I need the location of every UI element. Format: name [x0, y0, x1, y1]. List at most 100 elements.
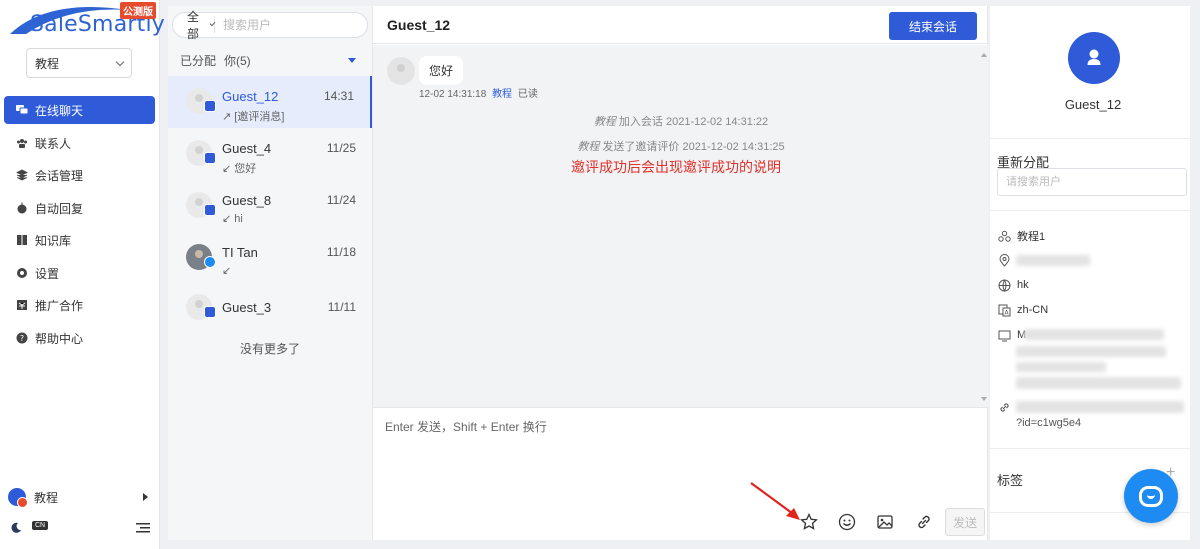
layers-icon	[16, 169, 28, 181]
workspace-select[interactable]: 教程	[26, 48, 132, 78]
chat-icon	[16, 105, 28, 115]
conversation-item[interactable]: TI Tan 11/18 ↙	[168, 232, 372, 284]
scroll-down-arrow[interactable]	[981, 397, 987, 401]
info-row-url	[998, 399, 1017, 415]
conversation-item[interactable]: Guest_4 11/25 ↙ 您好	[168, 128, 372, 180]
contact-name: TI Tan	[222, 245, 258, 260]
end-conversation-button[interactable]: 结束会话	[889, 12, 977, 40]
chat-channel-icon	[204, 204, 216, 216]
reassign-search-input[interactable]	[997, 168, 1187, 196]
emoji-icon[interactable]	[837, 512, 857, 532]
menu-collapse-icon[interactable]	[136, 522, 150, 534]
scroll-up-arrow[interactable]	[981, 53, 987, 57]
info-row-location	[998, 252, 1017, 268]
info-value: hk	[1017, 279, 1029, 291]
location-icon	[998, 253, 1011, 267]
nav-item-sessions[interactable]: 会话管理	[4, 161, 155, 189]
annotation-arrow-icon	[750, 482, 800, 520]
brand-logo[interactable]: SaleSmartly 公测版	[8, 2, 165, 40]
last-message-time: 11/24	[326, 193, 356, 207]
message-history[interactable]: 您好 12-02 14:31:18 教程 已读 教程 加入会话 2021-12-…	[373, 45, 989, 407]
team-icon	[998, 230, 1011, 243]
system-message: 教程 加入会话 2021-12-02 14:31:22	[373, 113, 989, 129]
message-meta: 12-02 14:31:18 教程 已读	[419, 85, 538, 100]
user-name: 教程	[34, 490, 59, 505]
divider	[990, 138, 1190, 139]
chevron-down-icon	[115, 57, 125, 66]
info-row-team: 教程1	[998, 228, 1045, 244]
contact-name: Guest_4	[222, 141, 272, 156]
contact-name: Guest_8	[222, 193, 272, 208]
nav-item-help-center[interactable]: ? 帮助中心	[4, 324, 155, 352]
filter-value: 全部	[187, 10, 200, 41]
system-message: 教程 发送了邀请评价 2021-12-02 14:31:25	[373, 138, 989, 154]
assigned-group-header[interactable]: 已分配 你(5)	[168, 48, 372, 72]
group-count: 你(5)	[224, 53, 251, 68]
chat-header: Guest_12 结束会话	[373, 6, 989, 44]
redacted-device	[1024, 329, 1164, 340]
nav-item-label: 帮助中心	[35, 331, 84, 346]
gear-icon	[17, 268, 27, 278]
link-icon[interactable]	[914, 512, 934, 532]
nav-item-contacts[interactable]: 联系人	[4, 129, 155, 157]
chat-channel-icon	[204, 100, 216, 112]
last-message-preview: ↙ hi	[222, 213, 243, 225]
url-tail[interactable]: ?id=c1wg5e4	[1016, 417, 1081, 429]
nav-item-promotion[interactable]: 推广合作	[4, 291, 155, 319]
contact-name: Guest_12	[222, 89, 279, 104]
last-message-time: 11/25	[326, 141, 356, 155]
info-row-device: M	[998, 327, 1026, 343]
chevron-right-icon	[143, 493, 148, 501]
message-input[interactable]	[385, 418, 975, 478]
contact-name: Guest_3	[222, 300, 272, 315]
conversation-item[interactable]: Guest_3 11/11	[168, 280, 372, 332]
nav-item-label: 推广合作	[35, 298, 84, 313]
chat-channel-icon	[204, 306, 216, 318]
chat-title: Guest_12	[387, 17, 451, 33]
user-avatar	[8, 488, 28, 508]
nav-item-knowledge-base[interactable]: 知识库	[4, 226, 155, 254]
divider	[990, 448, 1190, 449]
current-user-menu[interactable]: 教程	[8, 486, 148, 508]
info-value: 教程1	[1017, 231, 1046, 243]
redacted-url	[1016, 401, 1184, 413]
book-icon	[17, 235, 27, 245]
contact-avatar	[1068, 32, 1120, 84]
nav-item-settings[interactable]: 设置	[4, 259, 155, 287]
last-message-time: 11/11	[327, 300, 356, 314]
moon-icon[interactable]	[10, 522, 22, 534]
conversation-search-bar: 全部	[172, 10, 379, 41]
nav-item-auto-reply[interactable]: 自动回复	[4, 194, 155, 222]
last-message-time: 11/18	[326, 245, 356, 259]
message-read-status: 已读	[517, 89, 538, 100]
robot-icon	[17, 202, 27, 214]
tags-label: 标签	[997, 473, 1024, 488]
annotation-note: 邀评成功后会出现邀评成功的说明	[571, 159, 781, 175]
conversation-filter-select[interactable]: 全部	[173, 10, 216, 41]
system-actor: 教程	[593, 116, 616, 128]
contacts-icon	[17, 139, 27, 148]
help-chat-button[interactable]	[1124, 469, 1178, 523]
last-message-preview: ↙	[222, 265, 232, 277]
chat-channel-icon	[204, 152, 216, 164]
user-icon	[1087, 49, 1101, 65]
nav-item-live-chat[interactable]: 在线聊天	[4, 96, 155, 124]
conversation-item[interactable]: Guest_12 14:31 ↗ [邀评消息]	[168, 76, 372, 128]
nav-item-label: 自动回复	[35, 201, 84, 216]
send-button[interactable]: 发送	[945, 508, 985, 536]
message-composer: 发送	[373, 407, 989, 540]
search-user-input[interactable]	[215, 18, 379, 32]
beta-badge: 公测版	[120, 2, 156, 19]
last-message-preview: ↙ 您好	[222, 163, 257, 175]
image-icon[interactable]	[875, 512, 895, 532]
conversation-list-panel: 全部 已分配 你(5) Guest_12 14:31 ↗ [邀评消息] Gues…	[168, 6, 379, 540]
message-time: 12-02 14:31:18	[419, 89, 487, 100]
help-icon: ?	[16, 332, 28, 344]
svg-text:?: ?	[20, 334, 24, 343]
contact-name: Guest_12	[1064, 97, 1122, 112]
system-text: 加入会话 2021-12-02 14:31:22	[615, 116, 769, 128]
message-agent: 教程	[492, 89, 513, 100]
language-badge[interactable]: CN	[32, 521, 49, 530]
conversation-item[interactable]: Guest_8 11/24 ↙ hi	[168, 180, 372, 232]
redacted-device	[1016, 362, 1106, 372]
